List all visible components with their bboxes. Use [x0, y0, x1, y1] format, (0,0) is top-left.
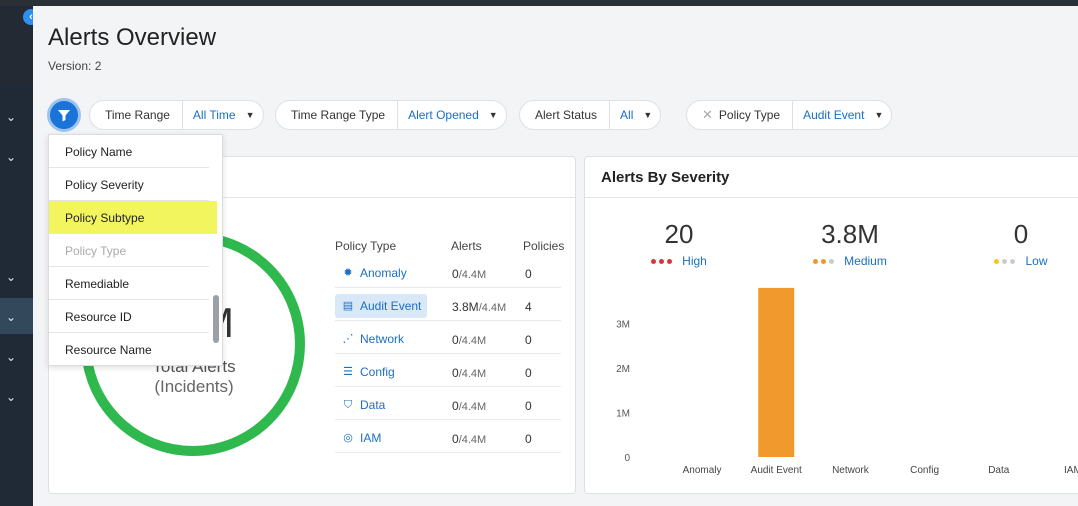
anomaly-icon: ✹	[343, 267, 353, 279]
x-tick-label: IAM	[1064, 465, 1078, 476]
alerts-count: 0/4.4M	[452, 267, 487, 281]
severity-low[interactable]: 0 Low	[961, 219, 1078, 268]
policy-type-link[interactable]: ▤ Audit Event	[335, 294, 428, 318]
x-tick-label: Anomaly	[683, 465, 722, 476]
filter-icon[interactable]	[47, 98, 81, 132]
page-title: Alerts Overview	[48, 24, 217, 51]
x-tick-label: Config	[910, 465, 939, 476]
policy-type-link[interactable]: ◎ IAM	[335, 426, 387, 450]
y-tick-label: 1M	[616, 409, 630, 420]
dropdown-option[interactable]: Resource Name	[49, 333, 209, 365]
policies-count: 4	[525, 300, 532, 314]
severity-medium[interactable]: 3.8M Medium	[790, 219, 910, 268]
policy-type-link[interactable]: ☰ Config	[335, 360, 401, 384]
severity-label[interactable]: Low	[1025, 254, 1047, 268]
iam-icon: ◎	[343, 432, 353, 444]
chevron-down-icon: ▼	[874, 110, 884, 120]
policy-type-label: Audit Event	[360, 299, 422, 313]
y-tick-label: 2M	[616, 364, 630, 375]
audit-event-icon: ▤	[342, 300, 354, 312]
severity-bar-chart: 0 1M 2M 3M Anomaly Audit Event Network Config Da…	[616, 287, 1078, 476]
alerts-count: 0/4.4M	[452, 366, 487, 380]
filter-value[interactable]: All Time ▼	[183, 108, 263, 122]
version-label: Version: 2	[48, 59, 102, 73]
alerts-count: 0/4.4M	[452, 333, 487, 347]
sidebar-chevron-down-icon[interactable]: ⌄	[4, 310, 18, 324]
policy-type-label: Config	[360, 365, 395, 379]
severity-dots-icon	[813, 258, 835, 264]
config-icon: ☰	[343, 366, 353, 378]
policies-count: 0	[525, 432, 532, 446]
filter-policy-type[interactable]: ✕ Policy Type Audit Event ▼	[686, 100, 893, 130]
dropdown-option[interactable]: Remediable	[49, 267, 209, 300]
y-tick-label: 0	[624, 453, 630, 464]
policy-type-link[interactable]: ⛉ Data	[335, 393, 391, 417]
chevron-down-icon: ▼	[488, 110, 498, 120]
policy-type-label: Network	[360, 332, 405, 346]
filter-label: Time Range Type	[276, 101, 399, 129]
sidebar: ⌄ ⌄ ⌄ ⌄ ⌄ ⌄	[0, 6, 33, 506]
x-tick-label: Audit Event	[751, 465, 802, 476]
policies-count: 0	[525, 366, 532, 380]
sidebar-chevron-down-icon[interactable]: ⌄	[4, 150, 18, 164]
x-tick-label: Network	[832, 465, 870, 476]
filter-label: ✕ Policy Type	[687, 101, 794, 129]
policy-type-label: Data	[360, 398, 386, 412]
table-row: ▤ Audit Event 3.8M/4.4M 4	[335, 288, 561, 321]
filter-label: Time Range	[90, 101, 183, 129]
dropdown-option[interactable]: Policy Subtype	[49, 201, 217, 234]
filter-label: Alert Status	[520, 101, 611, 129]
dropdown-option[interactable]: Policy Name	[49, 135, 209, 168]
remove-filter-icon[interactable]: ✕	[702, 107, 713, 123]
filter-options-dropdown: Policy Name Policy Severity Policy Subtype…	[48, 134, 223, 366]
dropdown-option[interactable]: Policy Severity	[49, 168, 209, 201]
sidebar-chevron-down-icon[interactable]: ⌄	[4, 270, 18, 284]
severity-high[interactable]: 20 High	[619, 219, 739, 268]
filter-value[interactable]: Audit Event ▼	[793, 108, 891, 122]
alerts-count: 3.8M/4.4M	[452, 300, 507, 314]
chevron-down-icon: ▼	[643, 110, 653, 120]
policy-type-label: Anomaly	[360, 266, 407, 280]
table-row: ⋰ Network 0/4.4M 0	[335, 321, 561, 354]
total-alerts-sublabel: (Incidents)	[154, 377, 234, 396]
network-icon: ⋰	[342, 333, 354, 345]
severity-label[interactable]: Medium	[844, 254, 887, 268]
alerts-by-severity-card: Alerts By Severity 20 High 3.8M Medium 0 L…	[584, 156, 1078, 494]
bar[interactable]	[758, 287, 795, 457]
table-row: ◎ IAM 0/4.4M 0	[335, 420, 561, 453]
card-title: Alerts By Severity	[585, 157, 1078, 198]
filter-alert-status[interactable]: Alert Status All ▼	[519, 100, 662, 130]
severity-count: 3.8M	[821, 219, 879, 249]
alerts-count: 0/4.4M	[452, 432, 487, 446]
severity-label[interactable]: High	[682, 254, 707, 268]
policy-type-link[interactable]: ⋰ Network	[335, 327, 410, 351]
severity-count: 0	[1013, 219, 1029, 249]
table-row: ⛉ Data 0/4.4M 0	[335, 387, 561, 420]
dropdown-option[interactable]: Resource ID	[49, 300, 209, 333]
data-icon: ⛉	[343, 399, 353, 411]
filter-value[interactable]: All ▼	[610, 108, 660, 122]
policy-type-label: IAM	[360, 431, 382, 445]
sidebar-chevron-down-icon[interactable]: ⌄	[4, 390, 18, 404]
dropdown-option: Policy Type	[49, 234, 209, 267]
filter-time-range[interactable]: Time Range All Time ▼	[89, 100, 264, 130]
sidebar-chevron-down-icon[interactable]: ⌄	[4, 350, 18, 364]
table-row: ✹ Anomaly 0/4.4M 0	[335, 255, 561, 288]
filter-time-range-type[interactable]: Time Range Type Alert Opened ▼	[275, 100, 507, 130]
severity-dots-icon	[651, 258, 673, 264]
x-tick-label: Data	[988, 465, 1010, 476]
policies-count: 0	[525, 399, 532, 413]
dropdown-scrollbar[interactable]	[213, 295, 219, 343]
severity-count: 20	[664, 219, 694, 249]
table-row: ☰ Config 0/4.4M 0	[335, 354, 561, 387]
policies-count: 0	[525, 267, 532, 281]
sidebar-chevron-down-icon[interactable]: ⌄	[4, 110, 18, 124]
y-tick-label: 3M	[616, 320, 630, 331]
alerts-count: 0/4.4M	[452, 399, 487, 413]
severity-dots-icon	[994, 258, 1016, 264]
policy-type-link[interactable]: ✹ Anomaly	[335, 261, 413, 285]
filter-value[interactable]: Alert Opened ▼	[398, 108, 506, 122]
chevron-down-icon: ▼	[245, 110, 255, 120]
policies-count: 0	[525, 333, 532, 347]
